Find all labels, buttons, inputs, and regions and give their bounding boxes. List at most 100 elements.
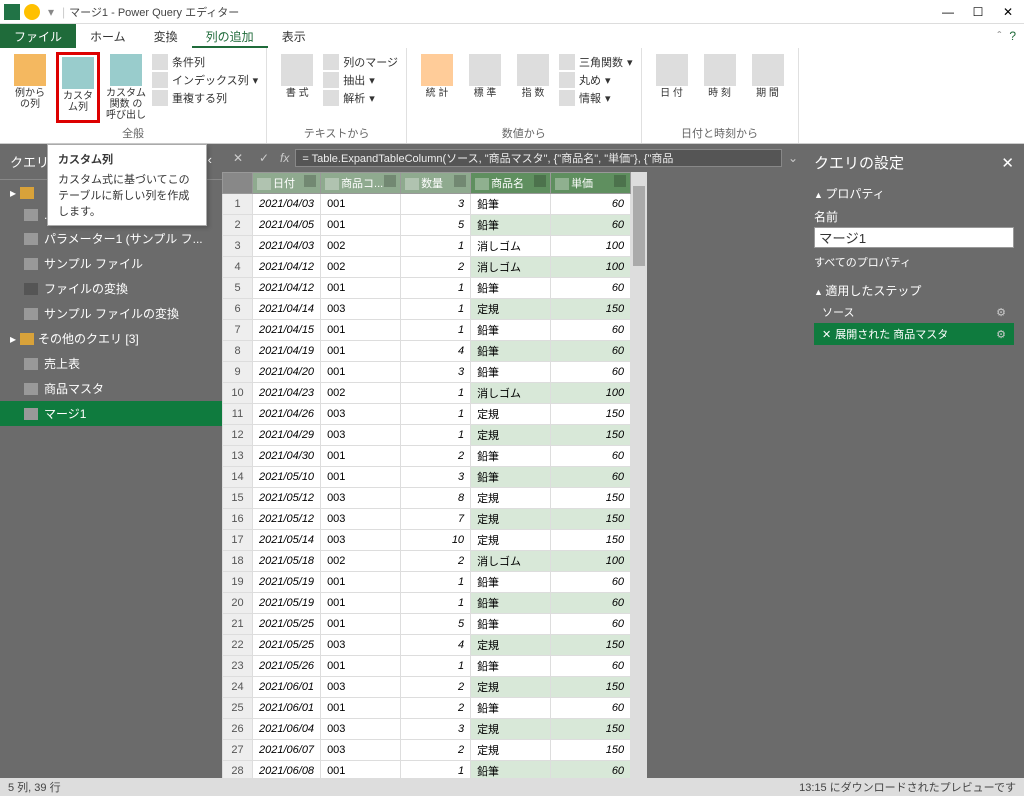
standard-button[interactable]: 標 準: [463, 52, 507, 123]
invoke-custom-function-button[interactable]: カスタム関数 の呼び出し: [104, 52, 148, 123]
query-item[interactable]: 売上表: [0, 351, 222, 376]
window-title: マージ1 - Power Query エディター: [69, 4, 239, 20]
query-settings-close-icon[interactable]: ✕: [1001, 154, 1014, 172]
name-label: 名前: [814, 204, 1014, 227]
trigonometry-button[interactable]: 三角関数 ▾: [559, 54, 633, 70]
query-item[interactable]: マージ1: [0, 401, 222, 426]
table-row[interactable]: 102021/04/230021消しゴム100: [223, 383, 631, 404]
group-general-label: 全般: [8, 123, 258, 141]
query-name-input[interactable]: [814, 227, 1014, 248]
statistics-button[interactable]: 統 計: [415, 52, 459, 123]
group-number-label: 数値から: [415, 123, 633, 141]
query-settings-title: クエリの設定: [814, 152, 904, 173]
col-quantity[interactable]: 数量: [401, 173, 471, 194]
column-from-examples-button[interactable]: 例から の列: [8, 52, 52, 123]
query-item[interactable]: ファイルの変換: [0, 276, 222, 301]
smiley-icon: [24, 4, 40, 20]
formula-accept-icon[interactable]: ✓: [254, 148, 274, 168]
col-product-code[interactable]: 商品コ...: [321, 173, 401, 194]
table-row[interactable]: 162021/05/120037定規150: [223, 509, 631, 530]
tab-file[interactable]: ファイル: [0, 24, 76, 48]
applied-step[interactable]: ソース⚙: [814, 301, 1014, 323]
table-row[interactable]: 82021/04/190014鉛筆60: [223, 341, 631, 362]
minimize-button[interactable]: —: [942, 5, 954, 19]
table-row[interactable]: 262021/06/040033定規150: [223, 719, 631, 740]
table-row[interactable]: 152021/05/120038定規150: [223, 488, 631, 509]
all-properties-link[interactable]: すべてのプロパティ: [814, 254, 1014, 270]
table-row[interactable]: 232021/05/260011鉛筆60: [223, 656, 631, 677]
group-text-label: テキストから: [275, 123, 398, 141]
table-row[interactable]: 252021/06/010012鉛筆60: [223, 698, 631, 719]
duplicate-column-button[interactable]: 重複する列: [152, 90, 258, 106]
duration-button[interactable]: 期 間: [746, 52, 790, 123]
status-left: 5 列, 39 行: [8, 779, 61, 795]
merge-columns-button[interactable]: 列のマージ: [323, 54, 398, 70]
qat-dropdown[interactable]: ▾: [48, 5, 54, 19]
close-button[interactable]: ✕: [1002, 5, 1014, 19]
group-datetime-label: 日付と時刻から: [650, 123, 790, 141]
ribbon-collapse-icon[interactable]: ˆ: [997, 29, 1001, 43]
maximize-button[interactable]: ☐: [972, 5, 984, 19]
table-row[interactable]: 272021/06/070032定規150: [223, 740, 631, 761]
query-item[interactable]: 商品マスタ: [0, 376, 222, 401]
gear-icon[interactable]: ⚙: [996, 306, 1006, 319]
index-column-button[interactable]: インデックス列 ▾: [152, 72, 258, 88]
custom-column-button[interactable]: カスタ ム列: [56, 52, 100, 123]
rounding-button[interactable]: 丸め ▾: [559, 72, 633, 88]
scientific-button[interactable]: 指 数: [511, 52, 555, 123]
table-row[interactable]: 72021/04/150011鉛筆60: [223, 320, 631, 341]
information-button[interactable]: 情報 ▾: [559, 90, 633, 106]
tab-add-column[interactable]: 列の追加: [192, 24, 268, 48]
extract-button[interactable]: 抽出 ▾: [323, 72, 398, 88]
properties-header[interactable]: プロパティ: [814, 183, 1014, 204]
formula-expand-icon[interactable]: ⌄: [788, 151, 798, 165]
folder-other-queries[interactable]: ▸ その他のクエリ [3]: [0, 326, 222, 351]
time-button[interactable]: 時 刻: [698, 52, 742, 123]
tab-home[interactable]: ホーム: [76, 24, 140, 48]
format-button[interactable]: 書 式: [275, 52, 319, 123]
table-row[interactable]: 22021/04/050015鉛筆60: [223, 215, 631, 236]
queries-collapse-icon[interactable]: ‹: [208, 152, 212, 171]
table-row[interactable]: 212021/05/250015鉛筆60: [223, 614, 631, 635]
query-item[interactable]: サンプル ファイルの変換: [0, 301, 222, 326]
table-row[interactable]: 112021/04/260031定規150: [223, 404, 631, 425]
excel-icon: [4, 4, 20, 20]
grid-scrollbar[interactable]: [631, 172, 647, 778]
query-item[interactable]: パラメーター1 (サンプル フ...: [0, 226, 222, 251]
table-row[interactable]: 92021/04/200013鉛筆60: [223, 362, 631, 383]
table-row[interactable]: 242021/06/010032定規150: [223, 677, 631, 698]
tab-transform[interactable]: 変換: [140, 24, 192, 48]
table-row[interactable]: 182021/05/180022消しゴム100: [223, 551, 631, 572]
table-row[interactable]: 132021/04/300012鉛筆60: [223, 446, 631, 467]
status-right: 13:15 にダウンロードされたプレビューです: [799, 779, 1016, 795]
table-corner[interactable]: [223, 173, 253, 194]
col-product-name[interactable]: 商品名: [471, 173, 551, 194]
tab-view[interactable]: 表示: [268, 24, 320, 48]
conditional-column-button[interactable]: 条件列: [152, 54, 258, 70]
table-row[interactable]: 32021/04/030021消しゴム100: [223, 236, 631, 257]
table-row[interactable]: 42021/04/120022消しゴム100: [223, 257, 631, 278]
table-row[interactable]: 62021/04/140031定規150: [223, 299, 631, 320]
table-row[interactable]: 192021/05/190011鉛筆60: [223, 572, 631, 593]
gear-icon[interactable]: ⚙: [996, 328, 1006, 341]
custom-column-tooltip: カスタム列 カスタム式に基づいてこのテーブルに新しい列を作成します。: [47, 144, 207, 226]
applied-steps-header[interactable]: 適用したステップ: [814, 280, 1014, 301]
table-row[interactable]: 122021/04/290031定規150: [223, 425, 631, 446]
help-icon[interactable]: ?: [1009, 29, 1016, 43]
table-row[interactable]: 172021/05/1400310定規150: [223, 530, 631, 551]
table-row[interactable]: 52021/04/120011鉛筆60: [223, 278, 631, 299]
table-row[interactable]: 142021/05/100013鉛筆60: [223, 467, 631, 488]
col-unit-price[interactable]: 単価: [551, 173, 631, 194]
table-row[interactable]: 202021/05/190011鉛筆60: [223, 593, 631, 614]
table-row[interactable]: 222021/05/250034定規150: [223, 635, 631, 656]
query-item[interactable]: サンプル ファイル: [0, 251, 222, 276]
table-row[interactable]: 12021/04/030013鉛筆60: [223, 194, 631, 215]
col-date[interactable]: 日付: [253, 173, 321, 194]
date-button[interactable]: 日 付: [650, 52, 694, 123]
parse-button[interactable]: 解析 ▾: [323, 90, 398, 106]
applied-step[interactable]: ✕ 展開された 商品マスタ⚙: [814, 323, 1014, 345]
formula-bar[interactable]: [295, 149, 782, 167]
formula-cancel-icon[interactable]: ✕: [228, 148, 248, 168]
fx-icon: fx: [280, 151, 289, 165]
table-row[interactable]: 282021/06/080011鉛筆60: [223, 761, 631, 779]
